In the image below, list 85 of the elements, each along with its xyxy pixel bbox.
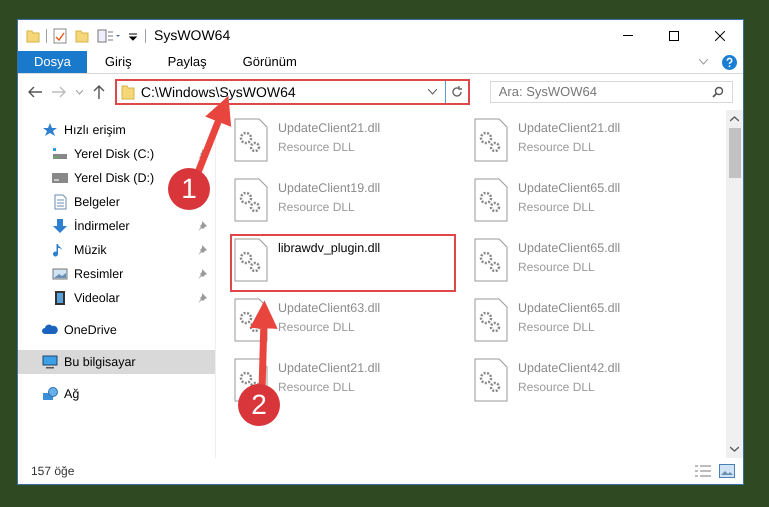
scroll-up-icon[interactable] <box>730 116 739 122</box>
gear-file-icon <box>474 238 508 282</box>
navigation-item[interactable]: Ağ <box>18 382 92 406</box>
up-arrow-icon[interactable] <box>92 85 105 99</box>
navigation-item[interactable]: İndirmeler <box>18 214 215 238</box>
recent-locations-icon[interactable] <box>76 90 83 94</box>
new-folder-icon[interactable] <box>75 28 89 42</box>
minimize-icon <box>623 34 633 36</box>
file-name: UpdateClient21.dll <box>278 120 380 137</box>
navigation-item[interactable]: Belgeler <box>18 190 132 214</box>
gear-file-icon <box>474 118 508 162</box>
file-item[interactable]: librawdv_plugin.dll <box>230 234 456 292</box>
pin-icon[interactable] <box>197 245 207 255</box>
large-icons-view-icon[interactable] <box>719 464 735 478</box>
close-icon <box>715 30 725 40</box>
gear-file-icon <box>234 238 268 282</box>
dropdown-icon[interactable] <box>428 89 437 95</box>
file-type: Resource DLL <box>518 258 596 276</box>
pin-icon[interactable] <box>197 221 207 231</box>
document-icon <box>52 194 68 210</box>
film-icon <box>52 290 68 306</box>
search-icon <box>712 86 724 98</box>
customize-dropdown-icon[interactable] <box>129 30 137 40</box>
ribbon-tab[interactable]: Dosya <box>18 51 87 73</box>
pin-icon[interactable] <box>197 269 207 279</box>
file-name: UpdateClient21.dll <box>518 120 620 137</box>
search-placeholder: Ara: SysWOW64 <box>498 83 598 102</box>
details-view-icon[interactable] <box>695 465 711 477</box>
view-dropdown-icon[interactable] <box>97 28 121 42</box>
gear-file-icon <box>474 358 508 402</box>
navigation-item[interactable]: Bu bilgisayar <box>18 350 215 374</box>
drive-icon <box>52 170 68 186</box>
back-icon[interactable] <box>28 86 42 98</box>
drive-icon <box>52 146 68 162</box>
help-icon[interactable] <box>722 54 737 70</box>
maximize-icon <box>669 30 679 40</box>
item-count: 157 öğe <box>31 463 74 480</box>
ribbon-tab[interactable]: Paylaş <box>150 51 225 73</box>
file-name: UpdateClient65.dll <box>518 180 620 197</box>
folder-icon <box>120 84 135 100</box>
navigation-item[interactable]: Müzik <box>18 238 215 262</box>
file-name: UpdateClient21.dll <box>278 360 380 377</box>
gear-file-icon <box>234 178 268 222</box>
address-bar[interactable]: C:\Windows\SysWOW64 <box>114 79 470 105</box>
file-name: librawdv_plugin.dll <box>278 240 380 257</box>
navigation-item[interactable]: OneDrive <box>18 318 129 342</box>
file-name: UpdateClient65.dll <box>518 240 620 257</box>
ribbon-tab[interactable]: Giriş <box>86 51 150 73</box>
file-name: UpdateClient65.dll <box>518 300 620 317</box>
file-name: UpdateClient63.dll <box>278 300 380 317</box>
forward-icon[interactable] <box>52 86 66 98</box>
gear-file-icon <box>234 118 268 162</box>
properties-icon[interactable] <box>53 28 67 44</box>
ribbon-tab[interactable]: Görünüm <box>224 51 315 73</box>
picture-icon <box>52 266 68 282</box>
refresh-icon[interactable] <box>450 86 463 98</box>
scrollbar[interactable] <box>726 110 743 458</box>
window-title: SysWOW64 <box>154 26 230 45</box>
file-type: Resource DLL <box>518 378 596 396</box>
expand-ribbon-icon[interactable] <box>699 59 708 65</box>
gear-file-icon <box>474 298 508 342</box>
file-name: UpdateClient19.dll <box>278 180 380 197</box>
file-type: Resource DLL <box>278 318 356 336</box>
search-field[interactable]: Ara: SysWOW64 <box>490 81 734 103</box>
file-name: UpdateClient42.dll <box>518 360 620 377</box>
navigation-item[interactable]: Hızlı erişim <box>18 118 138 142</box>
file-type: Resource DLL <box>518 138 596 156</box>
scroll-down-icon[interactable] <box>730 446 739 452</box>
file-type: Resource DLL <box>518 198 596 216</box>
file-type: Resource DLL <box>518 318 596 336</box>
computer-icon <box>42 354 58 370</box>
scrollbar-thumb[interactable] <box>728 128 740 178</box>
navigation-item[interactable]: Videolar <box>18 286 215 310</box>
address-path: C:\Windows\SysWOW64 <box>140 82 297 102</box>
navigation-item[interactable]: Yerel Disk (D:) <box>18 166 166 190</box>
file-type: Resource DLL <box>278 378 356 396</box>
gear-file-icon <box>474 178 508 222</box>
folder-icon[interactable] <box>26 28 40 42</box>
network-icon <box>42 386 58 402</box>
download-arrow-icon <box>52 218 68 234</box>
file-type: Resource DLL <box>278 138 356 156</box>
star-icon <box>42 122 58 138</box>
pin-icon[interactable] <box>197 293 207 303</box>
file-type: Resource DLL <box>278 198 356 216</box>
navigation-item[interactable]: Resimler <box>18 262 215 286</box>
